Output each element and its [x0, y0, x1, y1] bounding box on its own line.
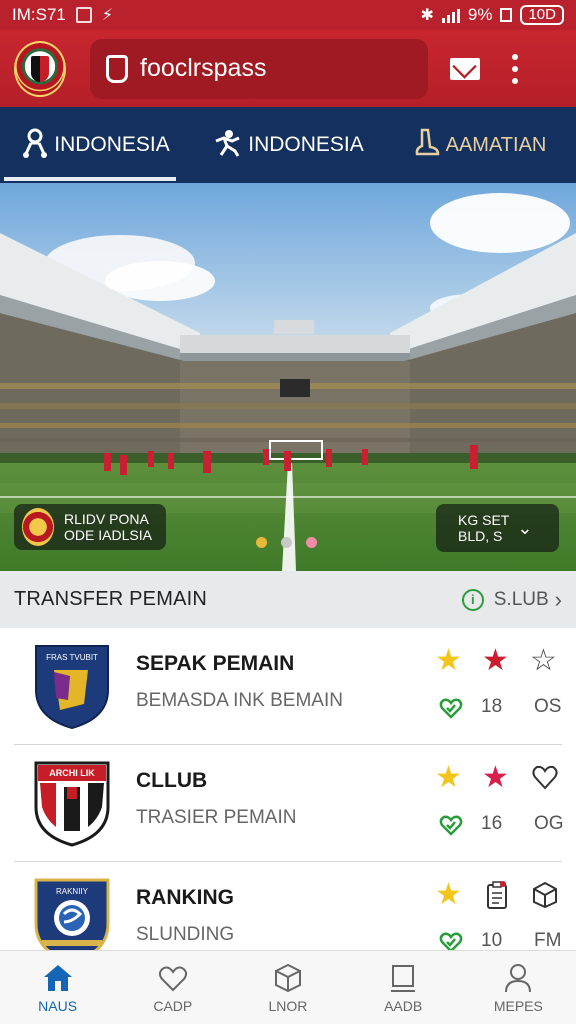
crest-text: ARCHI LIK	[49, 768, 95, 778]
row-extra: OS	[534, 696, 562, 717]
row-title: RANKING	[136, 886, 234, 909]
club-crest-icon: RAKNIIY	[34, 878, 110, 950]
club-logo[interactable]	[14, 40, 66, 97]
app-bar: fooclrspass	[0, 30, 576, 107]
chevron-right-icon: ›	[554, 586, 562, 612]
chevron-down-icon: ⌄	[517, 518, 533, 538]
logo-shield-icon	[31, 55, 49, 82]
list-item[interactable]: RAKNIIY RANKING SLUNDING ★ 10 FM	[0, 862, 576, 950]
match-badge[interactable]: RLIDV PONA ODE IADLSIA	[14, 504, 166, 550]
tab-indonesia-2[interactable]: INDONESIA	[192, 107, 384, 183]
hand-icon	[106, 54, 128, 83]
star-pink-icon[interactable]: ★	[482, 763, 509, 793]
bottom-nav: NAUS CADP LNOR AADB MEPES	[0, 950, 576, 1024]
tab-label: INDONESIA	[248, 133, 364, 156]
row-title: CLLUB	[136, 769, 208, 792]
carousel-dot-2[interactable]	[281, 537, 292, 548]
match-select-button[interactable]: KG SET BLD, S ⌄	[436, 504, 559, 552]
tab-label: AAMATIAN	[445, 133, 547, 156]
list-item[interactable]: FRAS TVUBIT SEPAK PEMAIN BEMASDA INK BEM…	[0, 628, 576, 745]
star-yellow-icon[interactable]: ★	[435, 646, 462, 676]
heart-icon	[157, 962, 189, 994]
row-count: 16	[481, 813, 503, 834]
battery-percent: 9%	[467, 5, 493, 24]
tab-indonesia-1[interactable]: INDONESIA	[0, 107, 192, 183]
mail-icon[interactable]	[450, 57, 480, 80]
cube-icon	[272, 962, 304, 994]
person-icon	[22, 128, 48, 163]
carousel-dot-1[interactable]	[256, 537, 267, 548]
row-count: 18	[481, 696, 503, 717]
select-line-1: KG SET	[458, 512, 510, 528]
frame-icon	[387, 962, 419, 994]
badge-line-1: RLIDV PONA	[64, 511, 149, 527]
row-extra: FM	[534, 930, 562, 950]
star-yellow-icon[interactable]: ★	[435, 763, 462, 793]
row-subtitle: BEMASDA INK BEMAIN	[136, 690, 343, 711]
tab-label: INDONESIA	[54, 133, 170, 156]
star-yellow-icon[interactable]: ★	[435, 880, 462, 910]
nav-item-cadp[interactable]: CADP	[115, 951, 230, 1024]
select-line-2: BLD, S	[458, 528, 503, 544]
section-header: TRANSFER PEMAIN i S.LUB ›	[0, 571, 576, 628]
nav-label: AADB	[384, 997, 423, 1014]
search-input[interactable]: fooclrspass	[90, 38, 428, 99]
tab-bar: INDONESIA INDONESIA AAMATIAN	[0, 107, 576, 183]
club-link-label: S.LUB	[493, 588, 549, 610]
carousel-dots	[256, 537, 317, 548]
bluetooth-icon: ✱	[420, 7, 434, 24]
tab-aamatian[interactable]: AAMATIAN	[384, 107, 576, 183]
crest-text: FRAS TVUBIT	[46, 653, 98, 662]
nav-label: LNOR	[268, 997, 308, 1014]
row-title: SEPAK PEMAIN	[136, 652, 295, 675]
club-crest-icon	[22, 508, 54, 546]
row-extra: OG	[534, 813, 564, 834]
clock: IM:S71	[12, 5, 66, 24]
carousel-dot-3[interactable]	[306, 537, 317, 548]
club-crest-icon: FRAS TVUBIT	[35, 645, 109, 730]
star-red-icon[interactable]: ★	[482, 646, 509, 676]
nav-label: CADP	[153, 997, 193, 1014]
heart-check-icon[interactable]	[439, 930, 463, 950]
club-link[interactable]: i S.LUB ›	[461, 586, 562, 613]
badge-line-2: ODE IADLSIA	[64, 527, 152, 543]
nav-label: MEPES	[493, 997, 543, 1014]
nav-label: NAUS	[38, 997, 78, 1014]
battery-level: 10D	[520, 5, 564, 25]
heart-outline-icon[interactable]	[531, 763, 559, 791]
profile-icon	[502, 962, 534, 994]
list-item[interactable]: ARCHI LIK CLLUB TRASIER PEMAIN ★ ★ 16 OG	[0, 745, 576, 862]
heart-check-icon[interactable]	[439, 696, 463, 720]
search-text: fooclrspass	[140, 54, 267, 82]
nav-item-mepes[interactable]: MEPES	[461, 951, 576, 1024]
usb-icon: ⚡	[101, 7, 114, 24]
nav-item-aadb[interactable]: AADB	[346, 951, 461, 1024]
star-outline-icon[interactable]: ☆	[530, 646, 557, 676]
battery-icon	[500, 8, 513, 22]
status-bar: IM:S71 ⚡ ✱ 9% 10D	[0, 0, 576, 30]
nav-item-lnor[interactable]: LNOR	[230, 951, 345, 1024]
box-icon[interactable]	[531, 880, 559, 908]
signal-icon	[441, 7, 460, 23]
more-options-icon[interactable]	[512, 53, 518, 84]
clipboard-icon[interactable]	[484, 880, 510, 910]
notification-icon	[75, 7, 92, 23]
row-subtitle: SLUNDING	[136, 924, 235, 945]
info-icon: i	[461, 588, 484, 611]
section-title: TRANSFER PEMAIN	[14, 588, 208, 610]
row-count: 10	[481, 930, 503, 950]
heart-check-icon[interactable]	[439, 813, 463, 837]
runner-icon	[212, 129, 242, 162]
home-icon	[42, 962, 74, 994]
row-subtitle: TRASIER PEMAIN	[136, 807, 297, 828]
boot-icon	[414, 128, 440, 163]
crest-text: RAKNIIY	[56, 887, 89, 896]
club-crest-icon: ARCHI LIK	[34, 761, 110, 847]
stadium-banner[interactable]: RLIDV PONA ODE IADLSIA KG SET BLD, S ⌄	[0, 183, 576, 571]
nav-item-naus[interactable]: NAUS	[0, 951, 115, 1024]
transfer-list: FRAS TVUBIT SEPAK PEMAIN BEMASDA INK BEM…	[0, 628, 576, 950]
app-screen: IM:S71 ⚡ ✱ 9% 10D fooclrspass INDONESIA …	[0, 0, 576, 1024]
